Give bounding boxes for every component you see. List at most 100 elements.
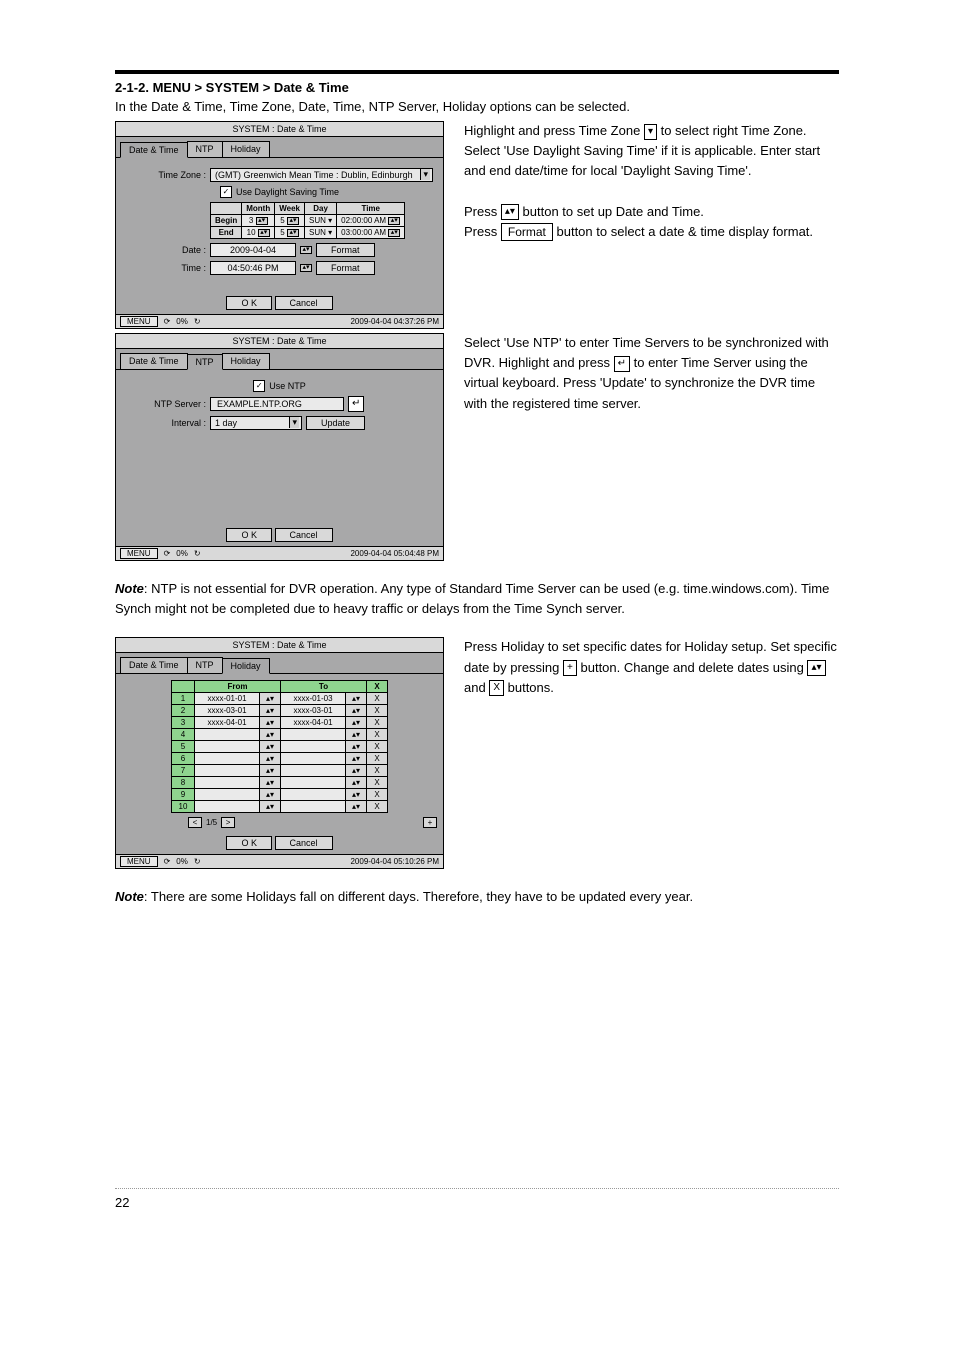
tab-ntp[interactable]: NTP xyxy=(187,657,223,673)
prev-page-button[interactable]: < xyxy=(188,817,202,828)
spinner-icon[interactable]: ▴▾ xyxy=(258,229,270,237)
menu-button[interactable]: MENU xyxy=(120,548,158,559)
to-cell[interactable] xyxy=(281,729,346,741)
next-page-button[interactable]: > xyxy=(221,817,235,828)
delete-row-button[interactable]: X xyxy=(367,729,388,741)
interval-select[interactable]: 1 day xyxy=(210,416,302,430)
spinner-icon[interactable]: ▴▾ xyxy=(260,717,281,729)
refresh-icon: ↻ xyxy=(194,857,201,866)
spinner-icon[interactable]: ▴▾ xyxy=(346,693,367,705)
from-cell[interactable] xyxy=(195,801,260,813)
spinner-icon[interactable]: ▴▾ xyxy=(260,729,281,741)
to-cell[interactable]: xxxx-04-01 xyxy=(281,717,346,729)
delete-row-button[interactable]: X xyxy=(367,765,388,777)
spinner-icon[interactable]: ▴▾ xyxy=(260,753,281,765)
tab-date-time[interactable]: Date & Time xyxy=(120,142,188,158)
note-ntp: Note: NTP is not essential for DVR opera… xyxy=(115,579,839,619)
date-format-button[interactable]: Format xyxy=(316,243,375,257)
time-field[interactable]: 04:50:46 PM xyxy=(210,261,296,275)
spinner-icon[interactable]: ▴▾ xyxy=(260,801,281,813)
ok-button[interactable]: O K xyxy=(226,836,272,850)
spinner-icon[interactable]: ▴▾ xyxy=(346,729,367,741)
row-index: 9 xyxy=(172,789,195,801)
tab-date-time[interactable]: Date & Time xyxy=(120,657,188,673)
percent-label: 0% xyxy=(176,857,188,866)
update-button[interactable]: Update xyxy=(306,416,365,430)
to-cell[interactable] xyxy=(281,765,346,777)
spinner-icon[interactable]: ▴▾ xyxy=(260,765,281,777)
to-cell[interactable] xyxy=(281,777,346,789)
enter-icon[interactable]: ↵ xyxy=(348,396,364,412)
dvr-window-datetime: SYSTEM : Date & Time Date & Time NTP Hol… xyxy=(115,121,444,329)
to-cell[interactable] xyxy=(281,789,346,801)
from-cell[interactable] xyxy=(195,753,260,765)
from-cell[interactable]: xxxx-03-01 xyxy=(195,705,260,717)
spinner-icon[interactable]: ▴▾ xyxy=(256,217,268,225)
cancel-button[interactable]: Cancel xyxy=(275,528,333,542)
from-cell[interactable] xyxy=(195,729,260,741)
para-holiday: Press Holiday to set specific dates for … xyxy=(464,637,839,697)
spinner-icon[interactable]: ▴▾ xyxy=(346,801,367,813)
tab-holiday[interactable]: Holiday xyxy=(222,658,270,674)
section-heading: 2-1-2. MENU > SYSTEM > Date & Time xyxy=(115,80,839,95)
to-cell[interactable] xyxy=(281,741,346,753)
to-cell[interactable] xyxy=(281,801,346,813)
spinner-icon[interactable]: ▴▾ xyxy=(346,789,367,801)
table-row: 10▴▾▴▾X xyxy=(172,801,388,813)
delete-row-button[interactable]: X xyxy=(367,753,388,765)
spinner-icon[interactable]: ▴▾ xyxy=(346,741,367,753)
date-field[interactable]: 2009-04-04 xyxy=(210,243,296,257)
spinner-icon[interactable]: ▴▾ xyxy=(346,705,367,717)
delete-row-button[interactable]: X xyxy=(367,789,388,801)
tab-ntp[interactable]: NTP xyxy=(187,354,223,370)
spinner-icon[interactable]: ▴▾ xyxy=(388,229,400,237)
spinner-icon[interactable]: ▴▾ xyxy=(260,705,281,717)
menu-button[interactable]: MENU xyxy=(120,316,158,327)
from-cell[interactable]: xxxx-01-01 xyxy=(195,693,260,705)
delete-row-button[interactable]: X xyxy=(367,705,388,717)
cancel-button[interactable]: Cancel xyxy=(275,836,333,850)
spinner-icon[interactable]: ▴▾ xyxy=(260,789,281,801)
cancel-button[interactable]: Cancel xyxy=(275,296,333,310)
spinner-icon[interactable]: ▴▾ xyxy=(388,217,400,225)
ok-button[interactable]: O K xyxy=(226,528,272,542)
spinner-icon[interactable]: ▴▾ xyxy=(346,717,367,729)
spinner-icon[interactable]: ▴▾ xyxy=(260,693,281,705)
delete-row-button[interactable]: X xyxy=(367,741,388,753)
ok-button[interactable]: O K xyxy=(226,296,272,310)
spinner-icon[interactable]: ▴▾ xyxy=(287,217,299,225)
spinner-icon[interactable]: ▴▾ xyxy=(260,741,281,753)
delete-row-button[interactable]: X xyxy=(367,693,388,705)
delete-row-button[interactable]: X xyxy=(367,777,388,789)
to-cell[interactable]: xxxx-03-01 xyxy=(281,705,346,717)
dst-checkbox[interactable]: ✓ Use Daylight Saving Time xyxy=(220,186,339,198)
table-row: 8▴▾▴▾X xyxy=(172,777,388,789)
from-cell[interactable] xyxy=(195,741,260,753)
row-index: 5 xyxy=(172,741,195,753)
spinner-icon[interactable]: ▴▾ xyxy=(346,765,367,777)
tab-date-time[interactable]: Date & Time xyxy=(120,353,188,369)
from-cell[interactable] xyxy=(195,777,260,789)
delete-row-button[interactable]: X xyxy=(367,801,388,813)
time-zone-select[interactable]: (GMT) Greenwich Mean Time : Dublin, Edin… xyxy=(210,168,433,182)
spinner-icon[interactable]: ▴▾ xyxy=(300,264,312,272)
from-cell[interactable]: xxxx-04-01 xyxy=(195,717,260,729)
menu-button[interactable]: MENU xyxy=(120,856,158,867)
tab-holiday[interactable]: Holiday xyxy=(222,141,270,157)
spinner-icon[interactable]: ▴▾ xyxy=(300,246,312,254)
from-cell[interactable] xyxy=(195,765,260,777)
ntp-server-field[interactable]: EXAMPLE.NTP.ORG xyxy=(210,397,344,411)
spinner-icon[interactable]: ▴▾ xyxy=(287,229,299,237)
to-cell[interactable]: xxxx-01-03 xyxy=(281,693,346,705)
from-cell[interactable] xyxy=(195,789,260,801)
delete-row-button[interactable]: X xyxy=(367,717,388,729)
spinner-icon[interactable]: ▴▾ xyxy=(346,777,367,789)
use-ntp-checkbox[interactable]: ✓ Use NTP xyxy=(253,380,306,392)
spinner-icon[interactable]: ▴▾ xyxy=(346,753,367,765)
tab-ntp[interactable]: NTP xyxy=(187,141,223,157)
tab-holiday[interactable]: Holiday xyxy=(222,353,270,369)
time-format-button[interactable]: Format xyxy=(316,261,375,275)
spinner-icon[interactable]: ▴▾ xyxy=(260,777,281,789)
to-cell[interactable] xyxy=(281,753,346,765)
add-button[interactable]: + xyxy=(423,817,437,828)
